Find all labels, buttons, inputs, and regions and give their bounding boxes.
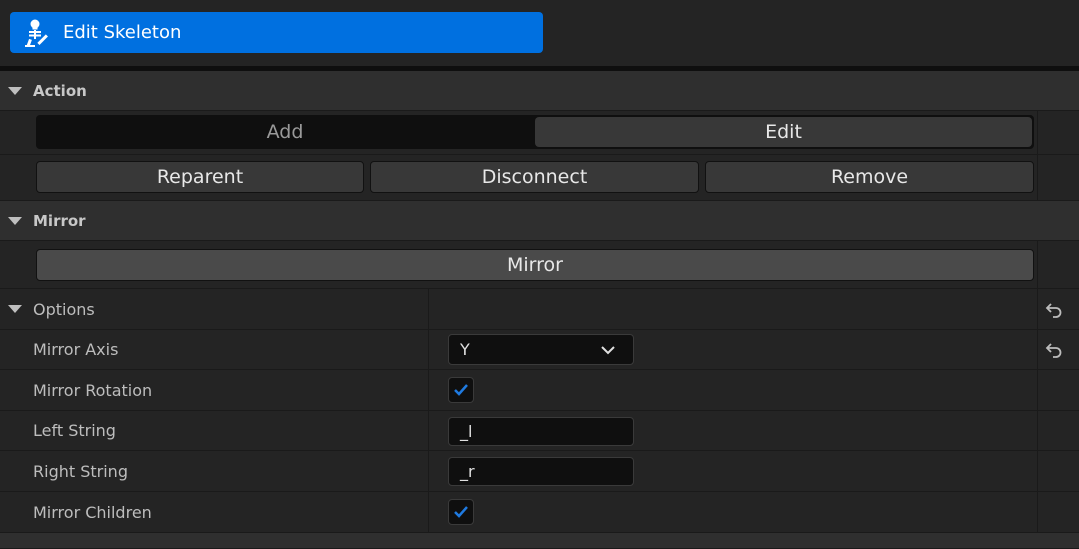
property-row-left-string: Left String _l [0, 411, 1079, 451]
collapse-arrow-icon[interactable] [8, 87, 22, 95]
column-divider [428, 492, 429, 533]
tab-edit[interactable]: Edit [535, 117, 1032, 147]
edit-skeleton-mode-button[interactable]: Edit Skeleton [10, 12, 543, 53]
property-row-mirror-children: Mirror Children [0, 492, 1079, 533]
mirror-children-label: Mirror Children [33, 503, 152, 522]
section-title: Mirror [33, 212, 86, 230]
column-divider [1037, 155, 1038, 201]
options-header-row[interactable]: Options [0, 289, 1079, 330]
property-row-mirror-rotation: Mirror Rotation [0, 370, 1079, 411]
chevron-down-icon [601, 342, 615, 361]
disconnect-button[interactable]: Disconnect [370, 161, 699, 193]
mirror-axis-label: Mirror Axis [33, 340, 119, 359]
checkmark-icon [454, 384, 468, 396]
column-divider [428, 411, 429, 451]
remove-button[interactable]: Remove [705, 161, 1034, 193]
mirror-rotation-label: Mirror Rotation [33, 381, 153, 400]
property-row-mirror-axis: Mirror Axis Y [0, 330, 1079, 370]
mirror-button-row: Mirror [0, 241, 1079, 289]
options-title: Options [33, 300, 95, 319]
column-divider [1037, 411, 1038, 451]
column-divider [428, 289, 429, 330]
tab-add[interactable]: Add [36, 115, 534, 149]
mirror-children-checkbox[interactable] [448, 499, 474, 525]
left-string-value: _l [460, 422, 473, 441]
column-divider [428, 451, 429, 492]
section-header-action[interactable]: Action [0, 71, 1079, 111]
column-divider [428, 330, 429, 370]
column-divider [1037, 370, 1038, 411]
column-divider [1037, 330, 1038, 370]
section-title: Action [33, 82, 87, 100]
mirror-axis-dropdown[interactable]: Y [448, 334, 634, 365]
collapse-arrow-icon[interactable] [8, 217, 22, 225]
action-mode-segmented-control: Add Edit [36, 115, 1034, 149]
reset-to-default-icon[interactable] [1043, 339, 1065, 361]
property-row-right-string: Right String _r [0, 451, 1079, 492]
reparent-button[interactable]: Reparent [36, 161, 364, 193]
mode-toolbar: Edit Skeleton [0, 0, 1079, 66]
collapse-arrow-icon[interactable] [8, 305, 22, 313]
column-divider [1037, 111, 1038, 155]
column-divider [1037, 492, 1038, 533]
mirror-button[interactable]: Mirror [36, 249, 1034, 281]
action-mode-row: Add Edit [0, 111, 1079, 155]
checkmark-icon [454, 506, 468, 518]
right-string-label: Right String [33, 462, 128, 481]
reset-to-default-icon[interactable] [1043, 299, 1065, 321]
section-header-mirror[interactable]: Mirror [0, 201, 1079, 241]
left-string-input[interactable]: _l [448, 417, 634, 446]
mode-label: Edit Skeleton [63, 22, 182, 43]
mirror-rotation-checkbox[interactable] [448, 377, 474, 403]
column-divider [1037, 451, 1038, 492]
column-divider [428, 370, 429, 411]
right-string-value: _r [460, 462, 475, 481]
right-string-input[interactable]: _r [448, 457, 634, 486]
column-divider [1037, 241, 1038, 289]
skeleton-edit-icon [22, 17, 54, 49]
section-header-next[interactable] [0, 533, 1079, 549]
action-buttons-row: Reparent Disconnect Remove [0, 155, 1079, 201]
mirror-axis-value: Y [460, 340, 470, 359]
left-string-label: Left String [33, 421, 116, 440]
column-divider [1037, 289, 1038, 330]
